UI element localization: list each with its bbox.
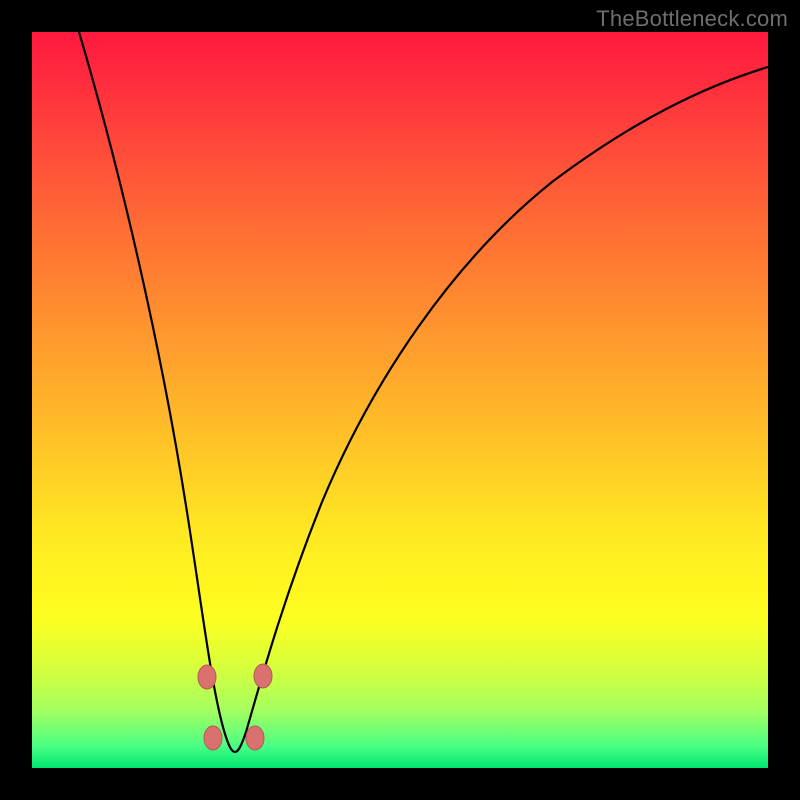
marker-bottom-right [246,726,264,750]
chart-frame: TheBottleneck.com [0,0,800,800]
marker-top-right [254,664,272,688]
plot-area [32,32,768,768]
marker-top-left [198,665,216,689]
watermark-text: TheBottleneck.com [596,6,788,32]
curve-markers [32,32,768,768]
curve-path [79,32,768,752]
bottleneck-curve [32,32,768,768]
marker-bottom-left [204,726,222,750]
